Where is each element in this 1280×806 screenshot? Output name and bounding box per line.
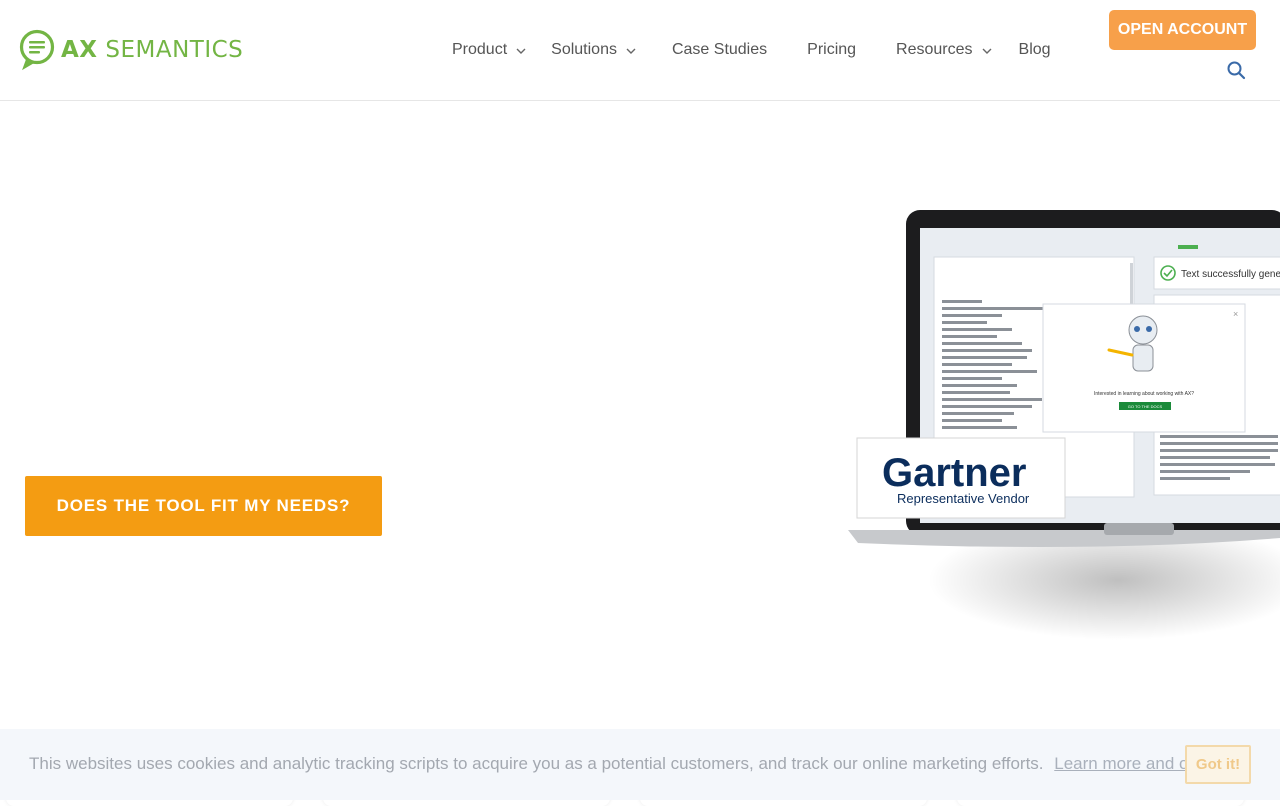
gartner-title: Gartner [882, 451, 1027, 495]
modal-text: Interested in learning about working wit… [1094, 391, 1194, 397]
logo-wordmark: AX SEMANTICS [61, 37, 243, 63]
main-nav: Product Solutions Case Studies Pricing R… [452, 38, 1051, 62]
chevron-down-icon [982, 48, 992, 54]
logo-semantics: SEMANTICS [105, 37, 244, 63]
nav-blog-label: Blog [1018, 41, 1051, 58]
nav-solutions[interactable]: Solutions [551, 38, 636, 62]
ax-semantics-logo[interactable]: AX SEMANTICS [19, 29, 243, 71]
search-icon[interactable] [1226, 60, 1246, 80]
site-header: AX SEMANTICS Product Solutions Case Stud… [0, 0, 1280, 101]
laptop-product-illustration: Text successfully generat × Interested i… [848, 210, 1280, 640]
robot-head-icon [1128, 315, 1158, 345]
cookie-banner-text: This websites uses cookies and analytic … [29, 754, 1044, 773]
nav-case-studies-label: Case Studies [671, 41, 768, 58]
nav-blog[interactable]: Blog [1019, 38, 1051, 62]
nav-case-studies[interactable]: Case Studies [672, 38, 767, 62]
gartner-subtitle: Representative Vendor [897, 491, 1030, 506]
chevron-down-icon [516, 48, 526, 54]
logo-ax: AX [61, 37, 98, 63]
tool-fit-needs-button[interactable]: DOES THE TOOL FIT MY NEEDS? [25, 476, 382, 536]
nav-solutions-label: Solutions [551, 41, 617, 58]
cookie-banner-text-row: This websites uses cookies and analytic … [29, 754, 1237, 774]
nav-pricing[interactable]: Pricing [807, 38, 856, 62]
nav-resources[interactable]: Resources [896, 38, 992, 62]
chevron-down-icon [626, 48, 636, 54]
nav-resources-label: Resources [896, 41, 973, 58]
modal-close-icon: × [1233, 309, 1238, 319]
nav-pricing-label: Pricing [807, 41, 857, 58]
screen-status-text: Text successfully generat [1181, 269, 1280, 280]
nav-product[interactable]: Product [452, 38, 526, 62]
nav-product-label: Product [452, 41, 508, 58]
modal-button-label: GO TO THE DOCS [1128, 404, 1163, 409]
open-account-button[interactable]: OPEN ACCOUNT [1109, 10, 1256, 50]
speech-bubble-logo-icon [19, 29, 55, 71]
cookie-accept-button[interactable]: Got it! [1185, 745, 1251, 784]
